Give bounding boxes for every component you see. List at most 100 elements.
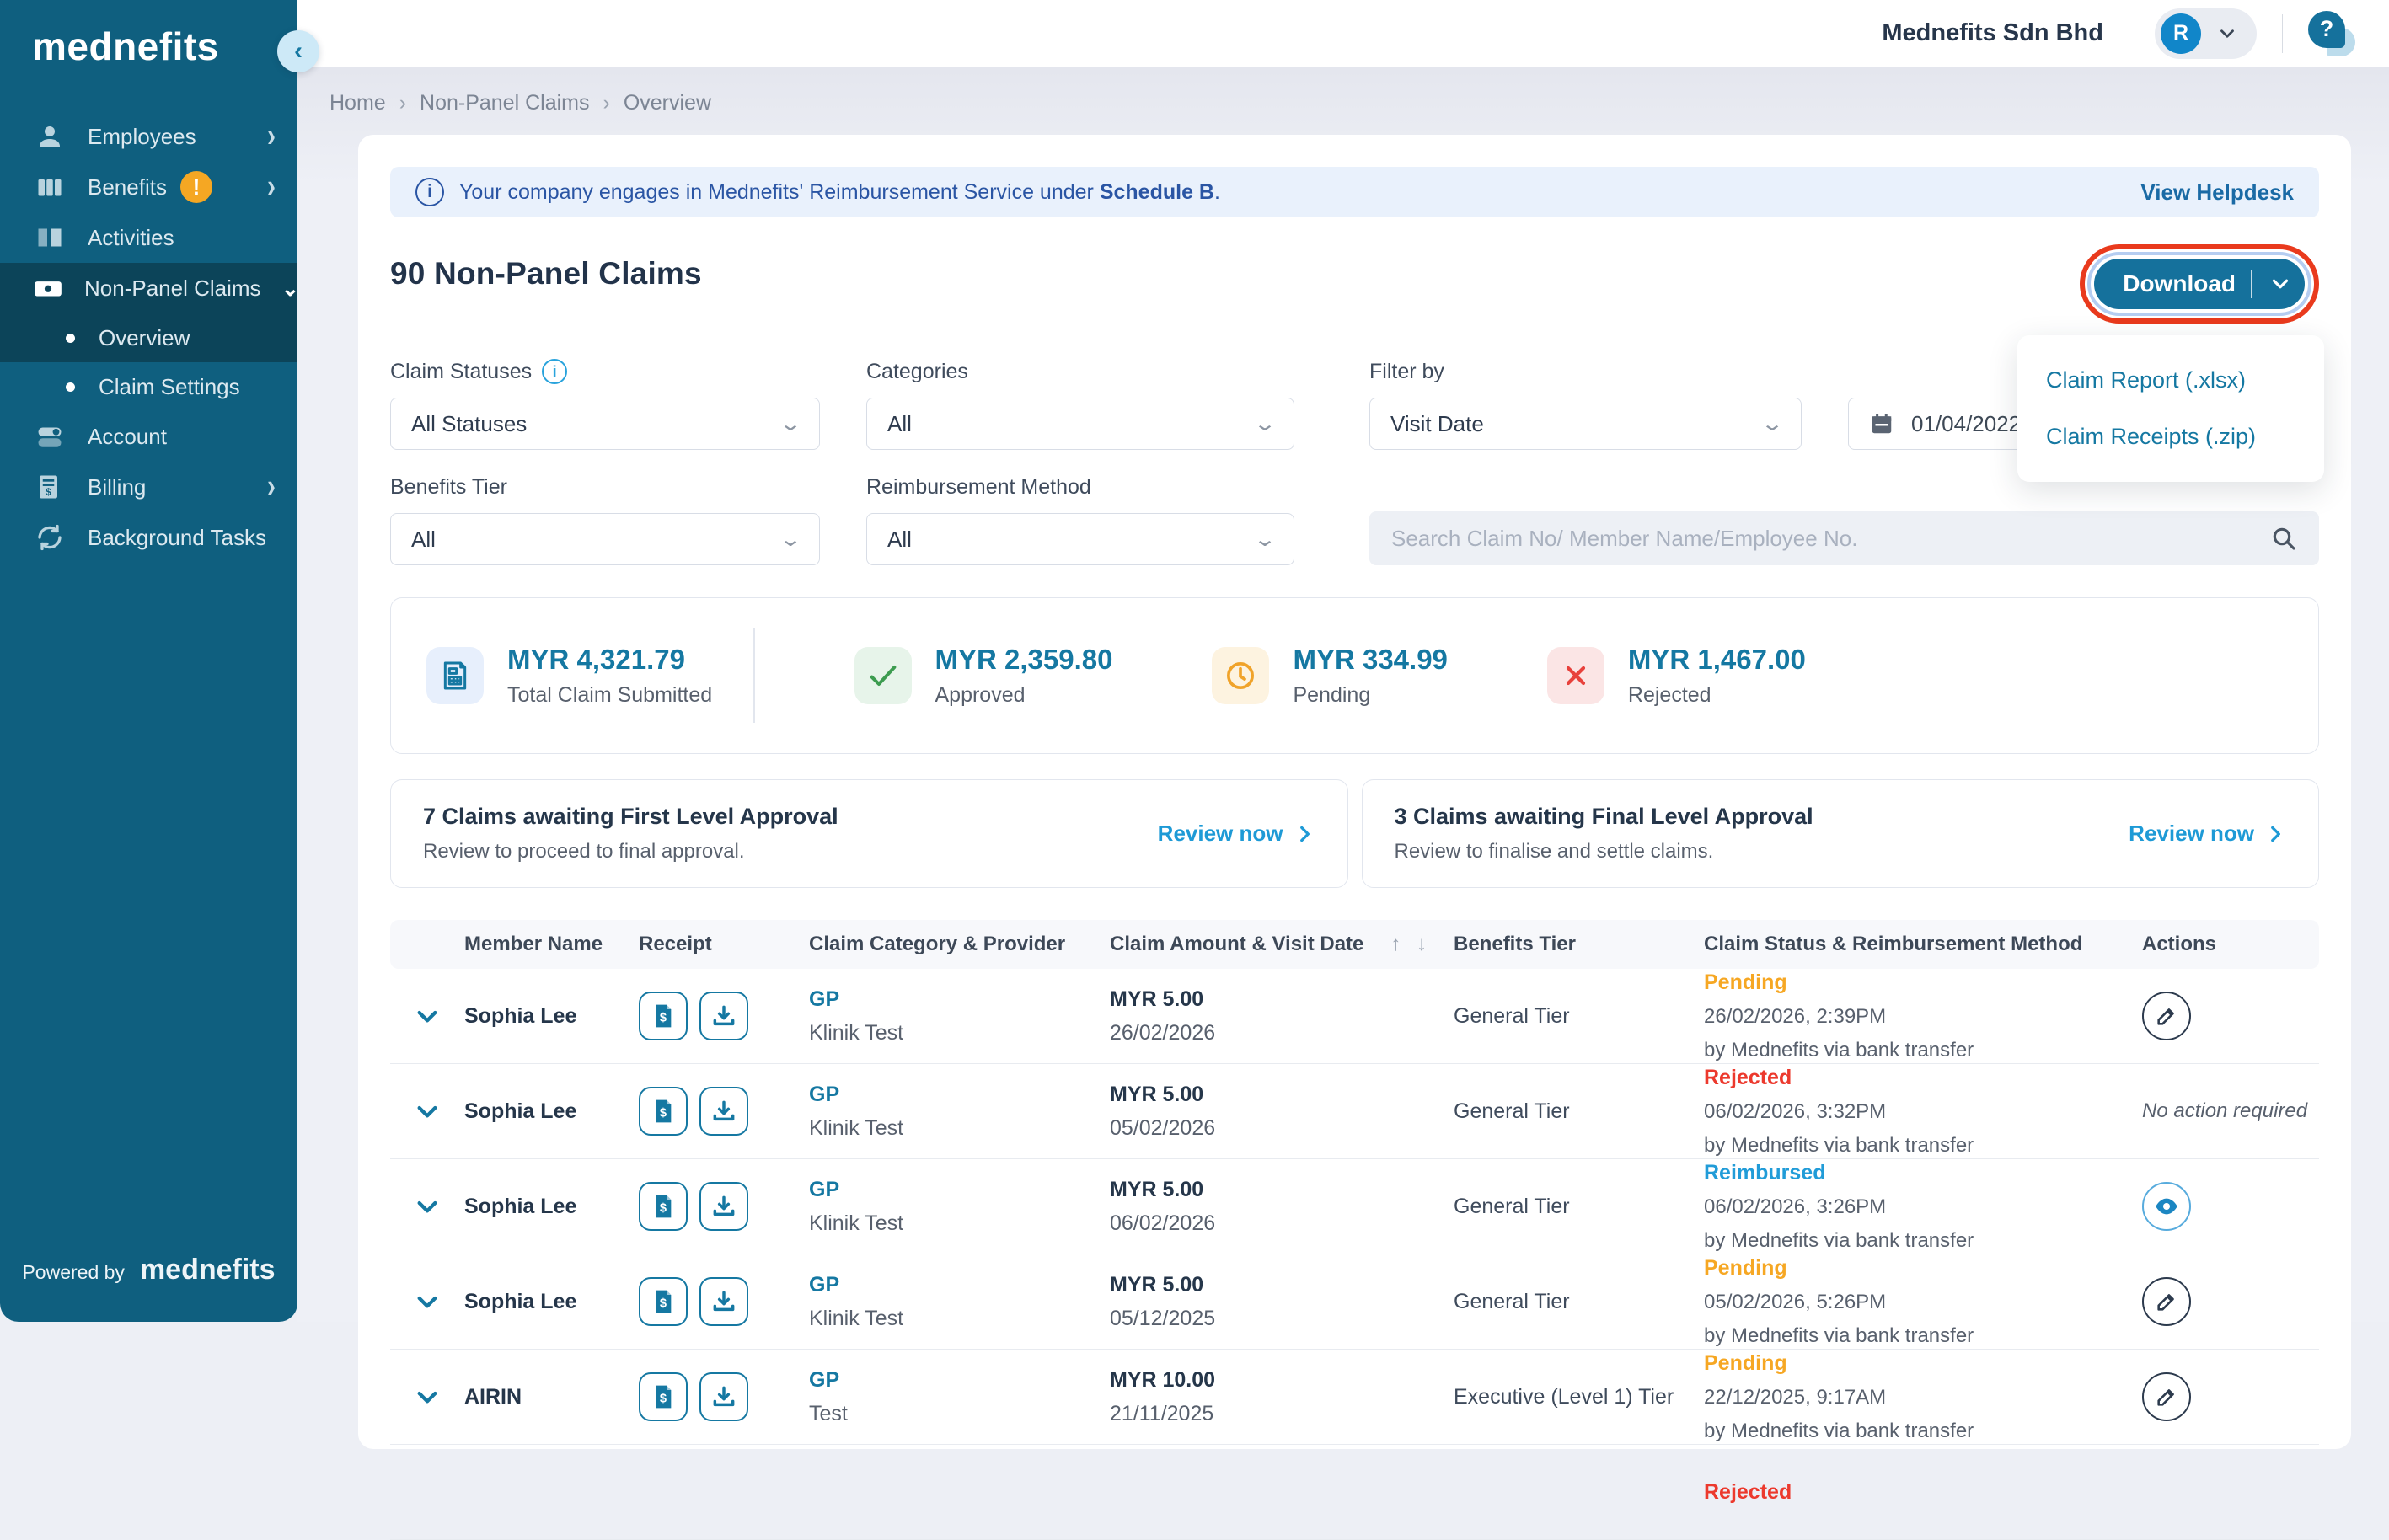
view-helpdesk-link[interactable]: View Helpdesk — [2140, 179, 2294, 206]
info-banner: i Your company engages in Mednefits' Rei… — [390, 167, 2319, 217]
claim-category: GP — [809, 1178, 1110, 1202]
header-tier: Benefits Tier — [1454, 933, 1704, 956]
download-button[interactable]: Download — [2094, 259, 2305, 309]
view-receipt-button[interactable]: $ — [639, 1277, 688, 1326]
table-row: Sophia Lee $ GP Klinik Test MYR 5.00 05/… — [390, 1064, 2319, 1159]
claim-status: Rejected — [1704, 1066, 2142, 1090]
breadcrumb-overview[interactable]: Overview — [624, 91, 711, 115]
header-receipt: Receipt — [639, 933, 809, 956]
sidebar-collapse-button[interactable]: ‹ — [277, 30, 319, 72]
download-receipt-button[interactable] — [699, 992, 748, 1040]
claim-statuses-select[interactable]: All Statuses ⌄ — [390, 398, 820, 450]
final-level-approval-card: 3 Claims awaiting Final Level Approval R… — [1362, 779, 2320, 888]
status-method: by Mednefits via bank transfer — [1704, 1039, 2142, 1062]
stat-amount: MYR 2,359.80 — [935, 644, 1113, 676]
receipt-file-icon: $ — [650, 1288, 677, 1315]
view-claim-button[interactable] — [2142, 1182, 2191, 1231]
status-date: 22/12/2025, 9:17AM — [1704, 1386, 2142, 1409]
menu-item-claim-report[interactable]: Claim Report (.xlsx) — [2017, 352, 2324, 409]
columns-icon — [32, 172, 67, 202]
row-expander[interactable] — [390, 1098, 464, 1125]
header-member-name: Member Name — [464, 933, 639, 956]
sidebar-item-employees[interactable]: Employees › — [0, 111, 297, 162]
row-expander[interactable] — [390, 1288, 464, 1315]
review-now-link[interactable]: Review now — [1158, 821, 1315, 847]
status-date: 26/02/2026, 2:39PM — [1704, 1005, 2142, 1029]
row-expander[interactable] — [390, 1193, 464, 1220]
svg-text:$: $ — [660, 1393, 667, 1406]
sidebar-item-account[interactable]: Account — [0, 411, 297, 462]
topbar: Mednefits Sdn Bhd R ? — [297, 0, 2389, 67]
approval-subtitle: Review to finalise and settle claims. — [1395, 840, 1813, 864]
table-row: AIRIN $ GP Test MYR 10.00 21/11/2025 Exe… — [390, 1350, 2319, 1445]
sort-icons[interactable]: ↑ ↓ — [1390, 933, 1432, 956]
pencil-icon — [2155, 1385, 2178, 1409]
user-menu[interactable]: R — [2155, 8, 2257, 59]
sidebar-item-benefits[interactable]: Benefits ! › — [0, 162, 297, 212]
download-icon — [710, 1098, 737, 1125]
breadcrumb-home[interactable]: Home — [329, 91, 386, 115]
benefits-tier: General Tier — [1454, 1099, 1704, 1124]
info-icon: i — [542, 359, 567, 384]
member-name: Sophia Lee — [464, 1290, 639, 1314]
reimbursement-method-select[interactable]: All ⌄ — [866, 513, 1294, 565]
sidebar-item-background-tasks[interactable]: Background Tasks — [0, 512, 297, 563]
help-button[interactable]: ? — [2308, 11, 2354, 56]
menu-item-claim-receipts[interactable]: Claim Receipts (.zip) — [2017, 409, 2324, 465]
clock-icon — [1212, 647, 1269, 704]
stat-label: Pending — [1293, 683, 1447, 708]
claim-category: GP — [809, 1368, 1110, 1393]
download-receipt-button[interactable] — [699, 1182, 748, 1231]
sidebar-item-non-panel-claims[interactable]: Non-Panel Claims ⌄ — [0, 263, 297, 313]
receipt-icon — [426, 647, 484, 704]
sidebar-item-billing[interactable]: $ Billing › — [0, 462, 297, 512]
sidebar-item-label: Claim Settings — [99, 374, 240, 400]
receipt-file-icon: $ — [650, 1383, 677, 1410]
sidebar-subitem-claim-settings[interactable]: Claim Settings — [0, 362, 297, 411]
sidebar-subitem-overview[interactable]: Overview — [0, 313, 297, 362]
claim-provider: Klinik Test — [809, 1307, 1110, 1331]
download-receipt-button[interactable] — [699, 1372, 748, 1421]
chevron-down-icon: ⌄ — [281, 275, 300, 302]
search-field[interactable] — [1369, 511, 2319, 565]
edit-claim-button[interactable] — [2142, 1277, 2191, 1326]
row-expander[interactable] — [390, 1383, 464, 1410]
claims-card: i Your company engages in Mednefits' Rei… — [358, 135, 2351, 1449]
benefits-tier-select[interactable]: All ⌄ — [390, 513, 820, 565]
edit-claim-button[interactable] — [2142, 992, 2191, 1040]
review-now-link[interactable]: Review now — [2129, 821, 2286, 847]
stat-pending: MYR 334.99 Pending — [1212, 644, 1447, 708]
filter-by-label: Filter by — [1369, 360, 1802, 384]
view-receipt-button[interactable]: $ — [639, 1182, 688, 1231]
sidebar-item-label: Employees — [88, 124, 247, 150]
stat-rejected: MYR 1,467.00 Rejected — [1547, 644, 1806, 708]
chevron-down-icon — [414, 1098, 441, 1125]
download-icon — [710, 1003, 737, 1029]
categories-select[interactable]: All ⌄ — [866, 398, 1294, 450]
claim-provider: Klinik Test — [809, 1021, 1110, 1045]
view-receipt-button[interactable]: $ — [639, 992, 688, 1040]
status-method: by Mednefits via bank transfer — [1704, 1134, 2142, 1158]
receipt-file-icon: $ — [650, 1193, 677, 1220]
header-amount: Claim Amount & Visit Date — [1110, 933, 1363, 956]
search-input[interactable] — [1391, 526, 2270, 552]
chevron-down-icon — [414, 1288, 441, 1315]
view-receipt-button[interactable]: $ — [639, 1372, 688, 1421]
page-title: 90 Non-Panel Claims — [390, 256, 702, 291]
receipt-file-icon: $ — [650, 1003, 677, 1029]
download-receipt-button[interactable] — [699, 1277, 748, 1326]
download-receipt-button[interactable] — [699, 1087, 748, 1136]
row-expander[interactable] — [390, 1003, 464, 1029]
divider — [753, 628, 755, 723]
view-receipt-button[interactable]: $ — [639, 1087, 688, 1136]
breadcrumb-separator: › — [603, 91, 609, 115]
eye-icon — [2153, 1193, 2180, 1220]
filter-by-select[interactable]: Visit Date ⌄ — [1369, 398, 1802, 450]
claim-status: Reimbursed — [1704, 1161, 2142, 1185]
edit-claim-button[interactable] — [2142, 1372, 2191, 1421]
breadcrumb-non-panel-claims[interactable]: Non-Panel Claims — [420, 91, 589, 115]
reimbursement-method-label: Reimbursement Method — [866, 475, 1294, 500]
table-header: Member Name Receipt Claim Category & Pro… — [390, 920, 2319, 969]
info-icon: i — [415, 178, 444, 206]
sidebar-item-activities[interactable]: Activities — [0, 212, 297, 263]
